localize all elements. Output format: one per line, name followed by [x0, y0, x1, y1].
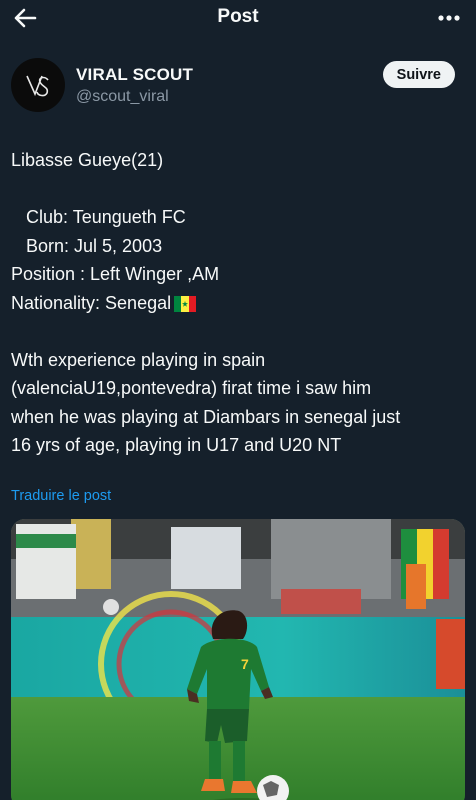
post-line: Club: Teungueth FC [11, 207, 186, 227]
post-line: Position : Left Winger ,AM [11, 264, 220, 284]
jersey-number: 7 [241, 656, 249, 672]
post-line: Wth experience playing in spain [11, 349, 266, 370]
post-line-gap [11, 175, 471, 204]
post-line-nationality: Nationality: Senegal [11, 289, 471, 318]
post-line: 16 yrs of age, playing in U17 and U20 NT [11, 435, 342, 455]
back-button[interactable] [10, 4, 40, 32]
author-handle[interactable]: @scout_viral [76, 88, 169, 106]
more-horizontal-icon [438, 15, 460, 21]
post-line-gap [11, 317, 471, 346]
post-line-text: Nationality: Senegal [11, 292, 172, 313]
translate-post-link[interactable]: Traduire le post [11, 488, 111, 504]
follow-button[interactable]: Suivre [382, 61, 455, 88]
post-body: Libasse Gueye(21) Club: Teungueth FC Bor… [11, 146, 471, 460]
arrow-left-icon [14, 8, 37, 28]
more-options-button[interactable] [434, 4, 464, 32]
vs-monogram-logo [26, 75, 49, 97]
post-line: Born: Jul 5, 2003 [11, 235, 163, 256]
top-bar: Post [0, 0, 476, 38]
post-line: when he was playing at Diambars in seneg… [11, 406, 401, 427]
senegal-flag-icon [174, 295, 197, 312]
post-media-photo[interactable]: 7 [11, 519, 465, 800]
post-line: Libasse Gueye(21) [11, 150, 164, 170]
page-title: Post [217, 6, 259, 27]
football-player-photo: 7 [11, 519, 465, 800]
post-line: (valenciaU19,pontevedra) firat time i sa… [11, 378, 372, 398]
avatar[interactable] [11, 58, 65, 112]
author-name[interactable]: VIRAL SCOUT [76, 65, 193, 85]
